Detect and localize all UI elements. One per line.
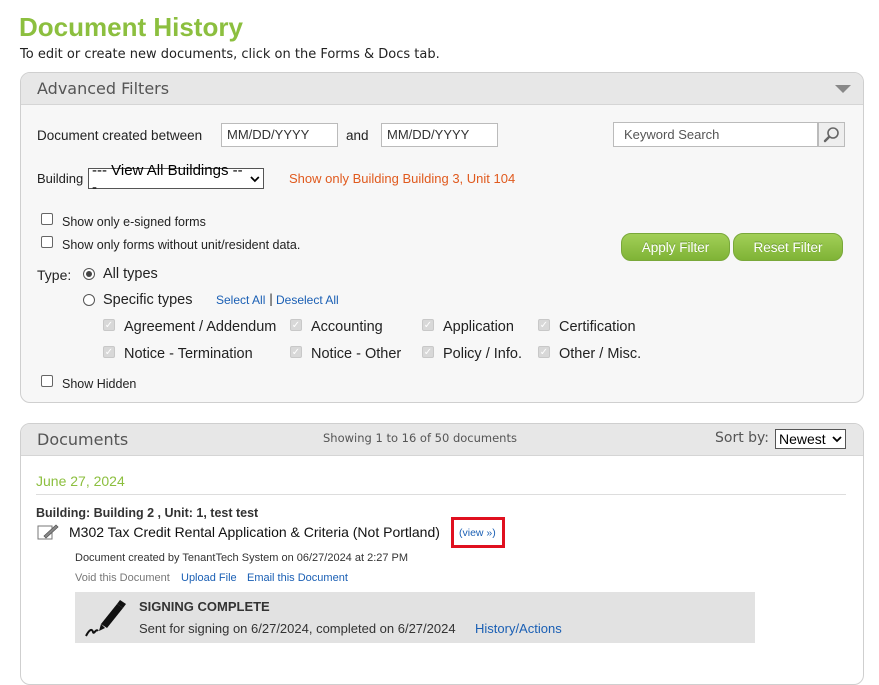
signing-status-box: SIGNING COMPLETE Sent for signing on 6/2… bbox=[75, 592, 755, 643]
advanced-filters-title: Advanced Filters bbox=[37, 79, 170, 98]
show-only-building-link[interactable]: Show only Building Building 3, Unit 104 bbox=[289, 171, 515, 186]
document-created-text: Document created by TenantTech System on… bbox=[75, 552, 409, 564]
type-checkbox-notice-termination[interactable] bbox=[103, 346, 115, 358]
esigned-label: Show only e-signed forms bbox=[62, 215, 206, 229]
upload-file-link[interactable]: Upload File bbox=[181, 572, 237, 584]
type-checkbox-application[interactable] bbox=[422, 319, 434, 331]
link-separator: | bbox=[269, 292, 274, 306]
advanced-filters-panel: Advanced Filters Document created betwee… bbox=[20, 72, 864, 403]
type-label-other: Other / Misc. bbox=[559, 346, 642, 362]
specific-types-radio[interactable] bbox=[83, 294, 95, 306]
chevron-down-icon bbox=[832, 436, 842, 443]
building-label: Building bbox=[37, 171, 84, 186]
all-types-radio[interactable] bbox=[83, 268, 95, 280]
keyword-search-button[interactable] bbox=[818, 122, 845, 147]
select-all-link[interactable]: Select All bbox=[216, 293, 265, 307]
view-link[interactable]: (view ») bbox=[459, 527, 496, 539]
document-title[interactable]: M302 Tax Credit Rental Application & Cri… bbox=[69, 524, 440, 540]
chevron-down-icon bbox=[250, 175, 260, 182]
keyword-search-input[interactable]: Keyword Search bbox=[613, 122, 818, 147]
type-label-notice-termination: Notice - Termination bbox=[124, 346, 253, 362]
type-checkbox-accounting[interactable] bbox=[290, 319, 302, 331]
building-select-value: --- View All Buildings --- bbox=[92, 161, 243, 196]
apply-filter-button[interactable]: Apply Filter bbox=[621, 233, 730, 261]
type-label-application: Application bbox=[443, 319, 514, 335]
show-hidden-label: Show Hidden bbox=[62, 377, 137, 391]
documents-count: Showing 1 to 16 of 50 documents bbox=[323, 431, 517, 445]
type-checkbox-certification[interactable] bbox=[538, 319, 550, 331]
page-subtitle: To edit or create new documents, click o… bbox=[20, 47, 440, 62]
search-icon bbox=[823, 127, 839, 143]
deselect-all-link[interactable]: Deselect All bbox=[276, 293, 339, 307]
documents-title: Documents bbox=[37, 430, 129, 449]
date-group-heading: June 27, 2024 bbox=[36, 473, 125, 489]
collapse-chevron-icon[interactable] bbox=[835, 85, 851, 93]
void-document-action[interactable]: Void this Document bbox=[75, 572, 170, 584]
type-label-notice-other: Notice - Other bbox=[311, 346, 402, 362]
email-document-link[interactable]: Email this Document bbox=[247, 572, 348, 584]
without-unit-label: Show only forms without unit/resident da… bbox=[62, 238, 301, 252]
type-label: Type: bbox=[37, 267, 72, 283]
signing-status-title: SIGNING COMPLETE bbox=[139, 599, 270, 614]
all-types-label: All types bbox=[103, 266, 158, 282]
date-to-placeholder: MM/DD/YYYY bbox=[387, 127, 470, 142]
documents-header: Documents Showing 1 to 16 of 50 document… bbox=[21, 424, 863, 456]
signature-pen-icon bbox=[85, 600, 126, 637]
show-hidden-checkbox[interactable] bbox=[41, 375, 53, 387]
type-checkbox-agreement[interactable] bbox=[103, 319, 115, 331]
date-range-label: Document created between bbox=[37, 128, 203, 143]
specific-types-label: Specific types bbox=[103, 292, 193, 308]
date-to-input[interactable]: MM/DD/YYYY bbox=[381, 123, 498, 147]
type-label-accounting: Accounting bbox=[311, 319, 383, 335]
building-select[interactable]: --- View All Buildings --- bbox=[88, 162, 264, 196]
advanced-filters-header[interactable]: Advanced Filters bbox=[21, 73, 863, 105]
type-checkbox-notice-other[interactable] bbox=[290, 346, 302, 358]
history-actions-link[interactable]: History/Actions bbox=[475, 621, 562, 636]
reset-filter-button[interactable]: Reset Filter bbox=[733, 233, 843, 261]
esigned-checkbox[interactable] bbox=[41, 213, 53, 225]
date-from-input[interactable]: MM/DD/YYYY bbox=[221, 123, 338, 147]
sort-select-value: Newest bbox=[779, 431, 826, 447]
page-title: Document History bbox=[19, 12, 243, 42]
date-from-placeholder: MM/DD/YYYY bbox=[227, 127, 310, 142]
document-building-line: Building: Building 2 , Unit: 1, test tes… bbox=[36, 506, 259, 520]
type-checkbox-other[interactable] bbox=[538, 346, 550, 358]
and-label: and bbox=[346, 128, 369, 143]
sort-select[interactable]: Newest bbox=[775, 429, 846, 449]
sort-label: Sort by: bbox=[715, 430, 770, 446]
without-unit-checkbox[interactable] bbox=[41, 236, 53, 248]
edit-document-icon bbox=[37, 524, 59, 540]
keyword-placeholder: Keyword Search bbox=[624, 127, 720, 142]
type-label-policy: Policy / Info. bbox=[443, 346, 522, 362]
type-label-certification: Certification bbox=[559, 319, 636, 335]
type-label-agreement: Agreement / Addendum bbox=[124, 319, 277, 335]
type-checkbox-policy[interactable] bbox=[422, 346, 434, 358]
documents-panel: Documents Showing 1 to 16 of 50 document… bbox=[20, 423, 864, 685]
signing-status-detail: Sent for signing on 6/27/2024, completed… bbox=[139, 621, 456, 636]
date-group-divider bbox=[36, 494, 846, 495]
